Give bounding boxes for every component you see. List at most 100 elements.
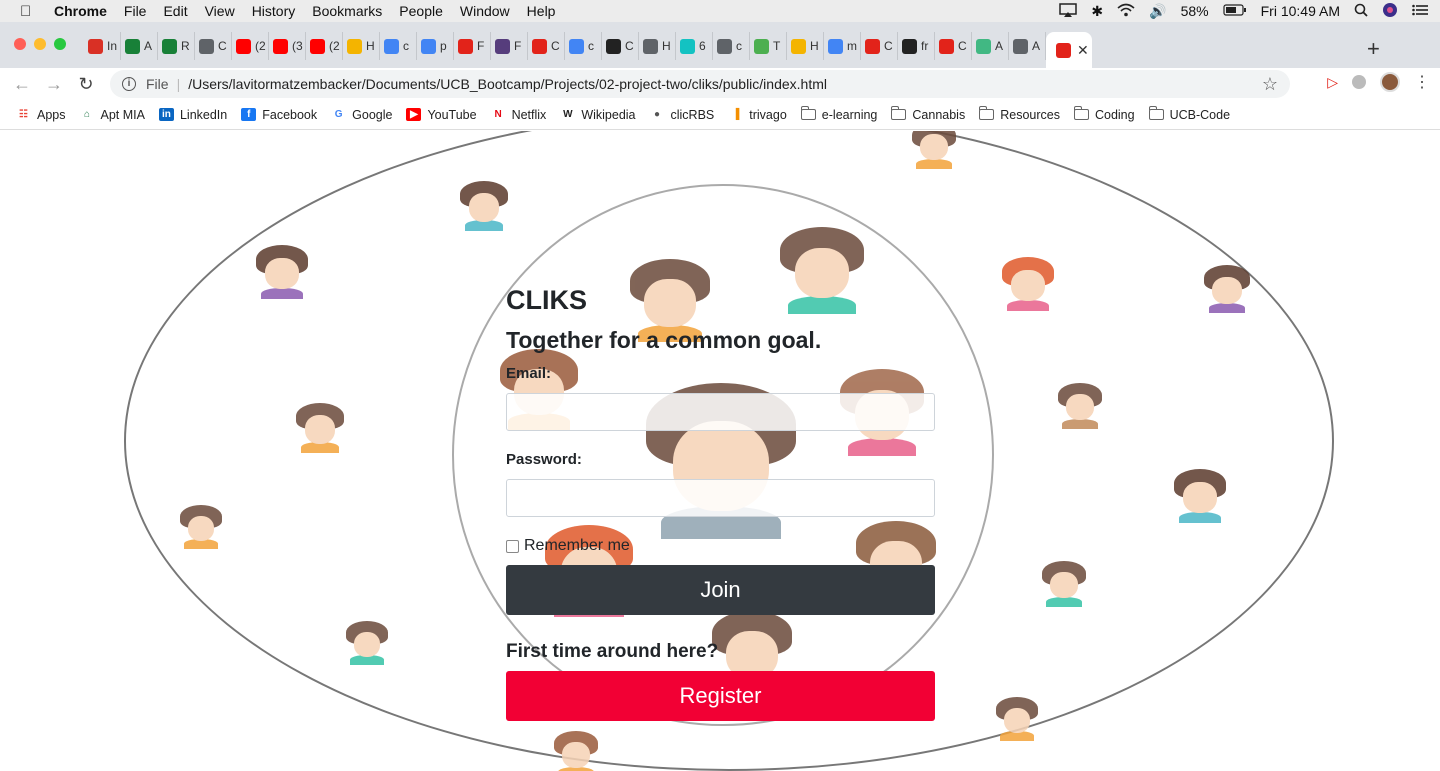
browser-tab[interactable]: C: [602, 32, 639, 60]
avatar-illustration: [1174, 469, 1226, 524]
browser-tab[interactable]: C: [935, 32, 972, 60]
register-button[interactable]: Register: [506, 671, 935, 721]
bookmark-item[interactable]: f Facebook: [241, 108, 317, 122]
menu-window[interactable]: Window: [460, 3, 510, 19]
bookmark-item[interactable]: W Wikipedia: [560, 108, 635, 122]
siri-icon[interactable]: [1382, 2, 1398, 21]
cast-extension-icon[interactable]: ▷: [1327, 74, 1338, 91]
menu-bookmarks[interactable]: Bookmarks: [312, 3, 382, 19]
extension-icon[interactable]: [1352, 75, 1366, 89]
avatar-illustration: [180, 505, 222, 549]
bookmark-item[interactable]: G Google: [331, 108, 393, 122]
bookmark-item[interactable]: Cannabis: [891, 106, 965, 122]
minimize-window-button[interactable]: [34, 38, 46, 50]
chrome-menu-icon[interactable]: ⋮: [1414, 72, 1430, 92]
globe-icon: [643, 38, 658, 54]
browser-tab[interactable]: (3: [269, 32, 306, 60]
browser-tab[interactable]: c: [565, 32, 602, 60]
menu-app-name[interactable]: Chrome: [54, 3, 107, 19]
spotlight-search-icon[interactable]: [1354, 3, 1368, 20]
volume-icon[interactable]: 🔊: [1149, 3, 1166, 20]
youtube-icon: [236, 38, 251, 54]
password-input[interactable]: [506, 479, 935, 517]
email-input[interactable]: [506, 393, 935, 431]
address-url[interactable]: /Users/lavitormatzembacker/Documents/UCB…: [188, 76, 827, 92]
close-tab-icon[interactable]: ✕: [1077, 42, 1089, 59]
bookmark-item[interactable]: Resources: [979, 106, 1060, 122]
browser-tab[interactable]: (2: [306, 32, 343, 60]
reload-button[interactable]: ↻: [74, 74, 98, 95]
browser-tab[interactable]: (2: [232, 32, 269, 60]
browser-tab[interactable]: H: [639, 32, 676, 60]
browser-tab[interactable]: A: [121, 32, 158, 60]
browser-tab[interactable]: F: [491, 32, 528, 60]
close-window-button[interactable]: [14, 38, 26, 50]
battery-icon[interactable]: [1223, 3, 1247, 19]
notification-center-icon[interactable]: [1412, 3, 1428, 19]
bookmark-item[interactable]: ⌂ Apt MIA: [80, 108, 145, 122]
bookmark-item[interactable]: ☷ Apps: [16, 108, 65, 122]
menu-help[interactable]: Help: [527, 3, 556, 19]
browser-tab[interactable]: R: [158, 32, 195, 60]
bookmark-item[interactable]: Coding: [1073, 106, 1135, 122]
tab-title: C: [958, 39, 967, 53]
google-icon: [828, 38, 843, 54]
browser-tab[interactable]: C: [861, 32, 898, 60]
globe-icon: [1013, 38, 1028, 54]
bootcamp-icon: [458, 38, 473, 54]
remember-me-checkbox[interactable]: [506, 539, 519, 553]
wifi-icon[interactable]: [1117, 3, 1135, 20]
netflix-icon: N: [494, 109, 502, 120]
address-scheme: File: [146, 76, 169, 92]
zoom-window-button[interactable]: [54, 38, 66, 50]
menubar-clock[interactable]: Fri 10:49 AM: [1261, 3, 1340, 19]
browser-tab[interactable]: T: [750, 32, 787, 60]
remember-me-label[interactable]: Remember me: [524, 537, 630, 555]
browser-tab[interactable]: F: [454, 32, 491, 60]
bookmark-item[interactable]: ● clicRBS: [650, 108, 714, 122]
forward-button[interactable]: →: [42, 74, 66, 95]
bluetooth-icon[interactable]: ✱: [1091, 3, 1103, 20]
browser-tab[interactable]: C: [195, 32, 232, 60]
browser-tab[interactable]: H: [787, 32, 824, 60]
browser-tab[interactable]: In: [84, 32, 121, 60]
brand-title: CLIKS: [506, 285, 587, 315]
new-tab-button[interactable]: +: [1367, 36, 1380, 62]
browser-tab[interactable]: fr: [898, 32, 935, 60]
browser-tab[interactable]: 6: [676, 32, 713, 60]
browser-tab[interactable]: c: [713, 32, 750, 60]
back-button[interactable]: ←: [10, 74, 34, 95]
menu-file[interactable]: File: [124, 3, 147, 19]
active-tab[interactable]: ✕: [1046, 32, 1092, 68]
tab-title: (2: [255, 39, 266, 53]
browser-tab[interactable]: C: [528, 32, 565, 60]
browser-tab[interactable]: p: [417, 32, 454, 60]
bookmark-star-icon[interactable]: ☆: [1262, 74, 1278, 95]
browser-tab[interactable]: c: [380, 32, 417, 60]
menu-people[interactable]: People: [399, 3, 443, 19]
bookmark-item[interactable]: in LinkedIn: [158, 108, 227, 122]
browser-tab[interactable]: H: [343, 32, 380, 60]
docs-icon: [384, 38, 399, 54]
linkedin-icon: in: [158, 108, 174, 121]
bookmark-item[interactable]: ▐ trivago: [728, 108, 787, 122]
menu-view[interactable]: View: [205, 3, 235, 19]
menu-history[interactable]: History: [252, 3, 296, 19]
join-button[interactable]: Join: [506, 565, 935, 615]
site-info-icon[interactable]: i: [122, 77, 136, 91]
tab-title: 6: [699, 39, 706, 53]
browser-tab[interactable]: m: [824, 32, 861, 60]
airplay-icon[interactable]: [1059, 2, 1078, 20]
folder-icon: [891, 106, 907, 120]
menu-edit[interactable]: Edit: [163, 3, 187, 19]
profile-avatar[interactable]: [1380, 72, 1400, 92]
bookmark-item[interactable]: N Netflix: [491, 108, 546, 122]
bookmark-item[interactable]: e-learning: [800, 106, 877, 122]
browser-tab[interactable]: A: [972, 32, 1009, 60]
apple-menu-icon[interactable]: : [20, 3, 36, 20]
bookmark-label: Wikipedia: [581, 107, 636, 122]
bookmark-item[interactable]: UCB-Code: [1148, 106, 1230, 122]
browser-tab[interactable]: A: [1009, 32, 1046, 60]
bookmark-item[interactable]: ▶ YouTube: [406, 108, 477, 122]
address-bar[interactable]: i File | /Users/lavitormatzembacker/Docu…: [110, 70, 1290, 98]
